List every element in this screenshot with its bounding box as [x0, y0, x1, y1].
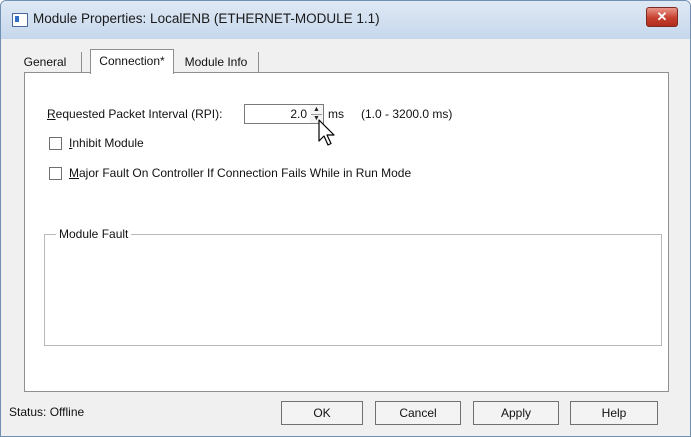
major-fault-label[interactable]: Major Fault On Controller If Connection …: [69, 166, 411, 180]
status-value: Offline: [49, 405, 85, 419]
tab-module-info[interactable]: Module Info: [176, 52, 256, 72]
inhibit-module-checkbox[interactable]: [49, 137, 62, 150]
rpi-label: Requested Packet Interval (RPI):: [47, 107, 223, 121]
tab-connection[interactable]: Connection*: [90, 49, 174, 74]
inhibit-module-label[interactable]: Inhibit Module: [69, 136, 144, 150]
rpi-range: (1.0 - 3200.0 ms): [361, 107, 453, 121]
ok-button[interactable]: OK: [281, 401, 363, 425]
window-title: Module Properties: LocalENB (ETHERNET-MO…: [33, 11, 380, 26]
rpi-value: 2.0: [290, 107, 307, 121]
status-bar: Status: Offline: [9, 405, 84, 419]
tab-general[interactable]: General: [15, 52, 75, 72]
mouse-pointer-icon: [318, 119, 335, 146]
tab-separator: [81, 52, 82, 72]
module-fault-label: Module Fault: [56, 227, 132, 241]
cancel-button[interactable]: Cancel: [375, 401, 461, 425]
module-fault-group: Module Fault: [44, 227, 662, 346]
help-button[interactable]: Help: [570, 401, 658, 425]
title-bar[interactable]: Module Properties: LocalENB (ETHERNET-MO…: [1, 1, 690, 39]
rpi-input[interactable]: 2.0: [244, 104, 312, 124]
window-app-icon: [12, 13, 28, 27]
close-button[interactable]: ✕: [646, 7, 678, 27]
apply-button[interactable]: Apply: [473, 401, 559, 425]
major-fault-checkbox[interactable]: [49, 167, 62, 180]
tab-separator: [258, 52, 259, 72]
module-properties-window: Module Properties: LocalENB (ETHERNET-MO…: [0, 0, 691, 437]
status-label: Status:: [9, 405, 47, 419]
